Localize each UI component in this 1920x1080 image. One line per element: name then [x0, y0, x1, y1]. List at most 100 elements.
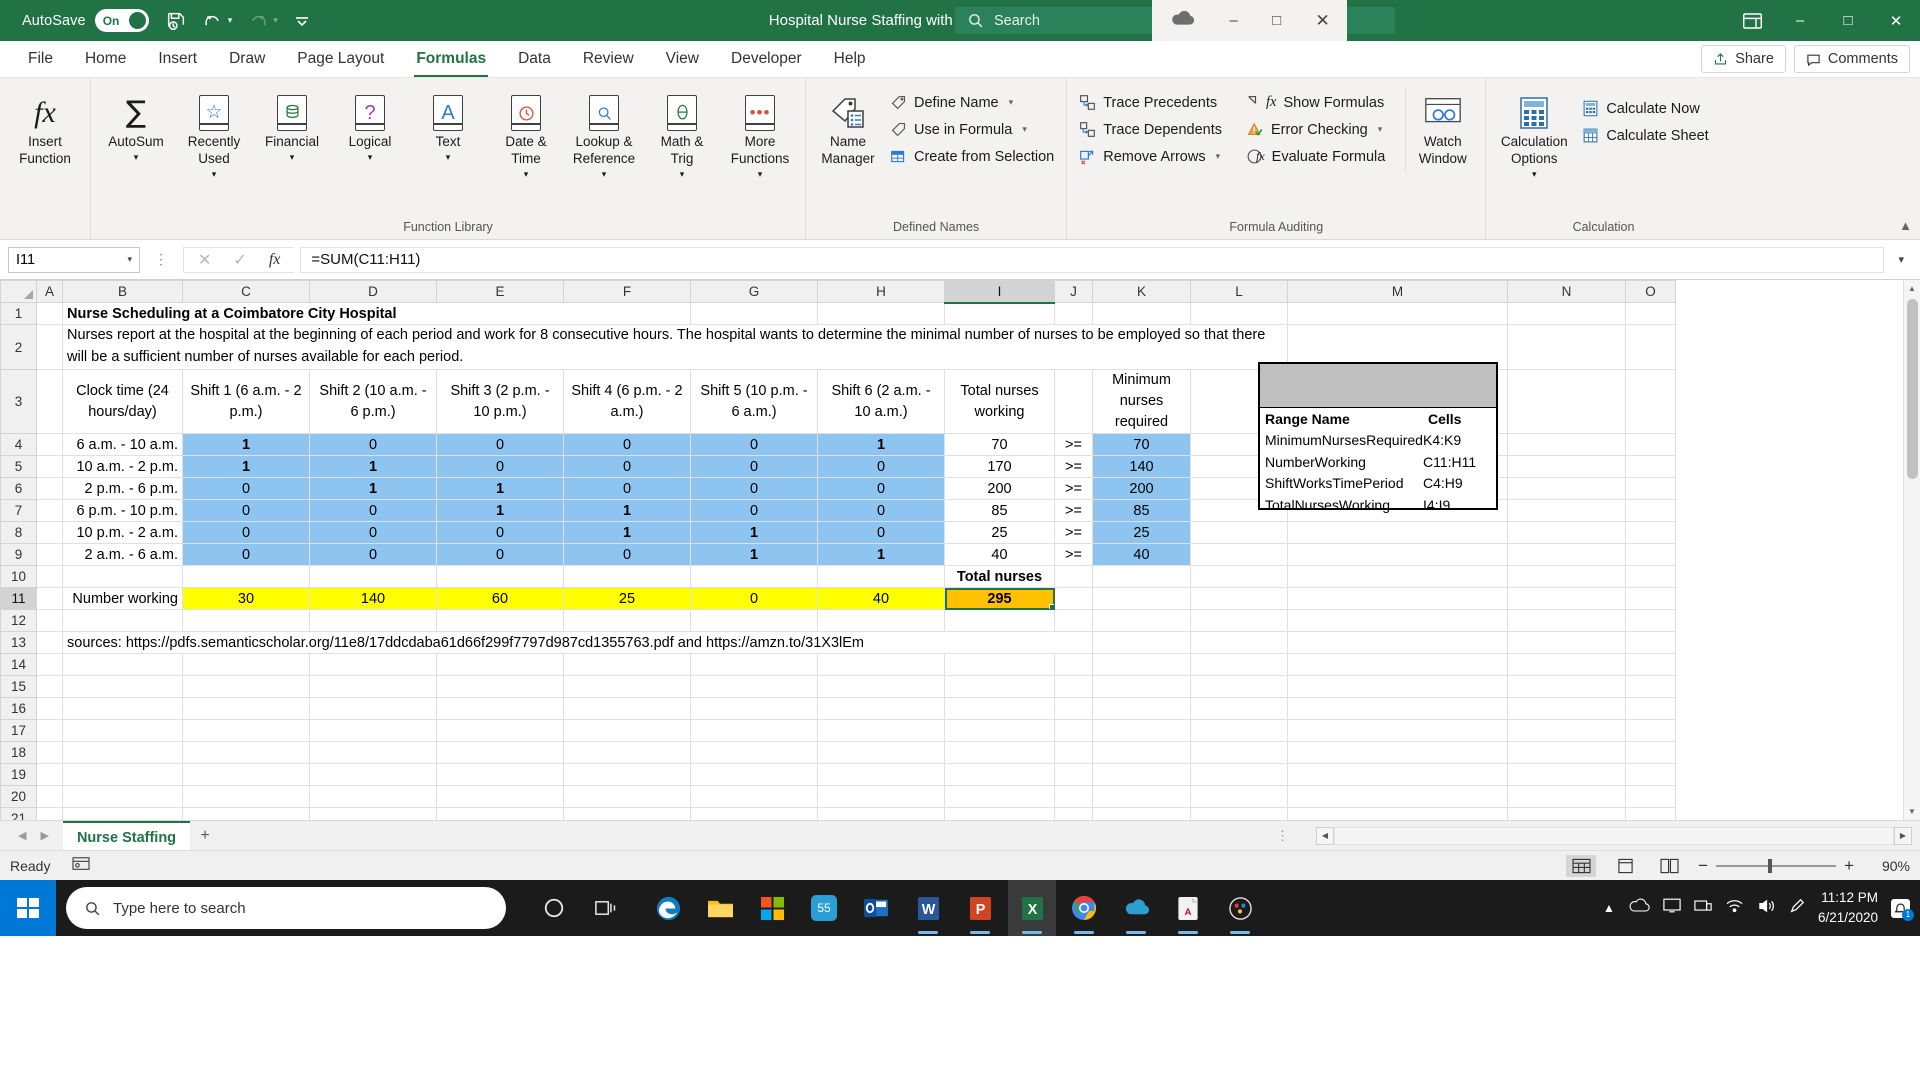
minimize-button[interactable]: – — [1776, 0, 1824, 41]
cell-A2[interactable] — [36, 324, 63, 370]
cell-E10[interactable] — [436, 565, 564, 589]
cell-E5[interactable]: 0 — [436, 455, 564, 479]
select-all-corner[interactable] — [0, 280, 37, 303]
cell-O15[interactable] — [1625, 675, 1676, 699]
cell-L15[interactable] — [1190, 675, 1288, 699]
cell-M14[interactable] — [1287, 653, 1508, 677]
cell-M15[interactable] — [1287, 675, 1508, 699]
cell-F8[interactable]: 1 — [563, 521, 691, 545]
cell-A4[interactable] — [36, 433, 63, 457]
cell-I3[interactable]: Total nurses working — [944, 368, 1055, 435]
cell-M8[interactable] — [1287, 521, 1508, 545]
cell-E8[interactable]: 0 — [436, 521, 564, 545]
cell-N8[interactable] — [1507, 521, 1626, 545]
cell-M20[interactable] — [1287, 785, 1508, 809]
colhead-N[interactable]: N — [1507, 280, 1626, 303]
cell-I1[interactable] — [944, 302, 1055, 325]
acrobat-icon[interactable]: A — [1164, 880, 1212, 936]
autosave-control[interactable]: AutoSave On — [22, 9, 149, 32]
name-box[interactable]: I11 ▾ — [8, 246, 140, 273]
cortana-icon[interactable] — [530, 880, 578, 936]
use-in-formula-button[interactable]: Use in Formula ▾ — [884, 117, 1060, 142]
cell-K5[interactable]: 140 — [1092, 455, 1191, 479]
cell-I9[interactable]: 40 — [944, 543, 1055, 567]
cell-J10[interactable] — [1054, 565, 1093, 589]
cell-C14[interactable] — [182, 653, 310, 677]
cell-B19[interactable] — [62, 763, 183, 787]
cell-J1[interactable] — [1054, 302, 1093, 325]
tab-developer[interactable]: Developer — [715, 41, 818, 77]
cell-H17[interactable] — [817, 719, 945, 743]
cell-I17[interactable] — [944, 719, 1055, 743]
date-time-button[interactable]: Date & Time ▾ — [487, 88, 565, 184]
share-button[interactable]: Share — [1701, 45, 1786, 73]
cell-A16[interactable] — [36, 697, 63, 721]
cell-E20[interactable] — [436, 785, 564, 809]
define-name-button[interactable]: Define Name ▾ — [884, 90, 1060, 115]
cell-E12[interactable] — [436, 609, 564, 633]
scroll-down-icon[interactable]: ▼ — [1904, 803, 1920, 820]
cell-O3[interactable] — [1625, 368, 1676, 435]
cell-I12[interactable] — [944, 609, 1055, 633]
hscroll-right-icon[interactable]: ▶ — [1894, 826, 1912, 845]
cell-I4[interactable]: 70 — [944, 433, 1055, 457]
cell-G5[interactable]: 0 — [690, 455, 818, 479]
cell-M12[interactable] — [1287, 609, 1508, 633]
error-checking-button[interactable]: Error Checking ▾ — [1240, 117, 1391, 142]
cell-C19[interactable] — [182, 763, 310, 787]
cell-B1[interactable]: Nurse Scheduling at a Coimbatore City Ho… — [62, 302, 691, 325]
colhead-C[interactable]: C — [182, 280, 310, 303]
cell-C21[interactable] — [182, 807, 310, 820]
cell-K12[interactable] — [1092, 609, 1191, 633]
cell-B11[interactable]: Number working — [62, 587, 183, 611]
rowhead-21[interactable]: 21 — [0, 807, 37, 820]
cell-G9[interactable]: 1 — [690, 543, 818, 567]
cell-L13[interactable] — [1190, 631, 1288, 655]
pen-icon[interactable] — [1789, 898, 1805, 919]
cell-J14[interactable] — [1054, 653, 1093, 677]
rowhead-7[interactable]: 7 — [0, 499, 37, 523]
cell-J16[interactable] — [1054, 697, 1093, 721]
cell-J8[interactable]: >= — [1054, 521, 1093, 545]
use-in-formula-dropdown-caret[interactable]: ▾ — [1022, 124, 1027, 135]
create-from-selection-button[interactable]: Create from Selection — [884, 144, 1060, 169]
cell-F10[interactable] — [563, 565, 691, 589]
financial-dropdown-caret[interactable]: ▾ — [290, 152, 295, 163]
cell-K21[interactable] — [1092, 807, 1191, 820]
cell-N2[interactable] — [1507, 324, 1626, 370]
cell-C16[interactable] — [182, 697, 310, 721]
cell-L19[interactable] — [1190, 763, 1288, 787]
cell-N6[interactable] — [1507, 477, 1626, 501]
cell-C10[interactable] — [182, 565, 310, 589]
colhead-G[interactable]: G — [690, 280, 818, 303]
cell-B16[interactable] — [62, 697, 183, 721]
cell-A12[interactable] — [36, 609, 63, 633]
cell-I10[interactable]: Total nurses — [944, 565, 1055, 589]
taskbar-search-input[interactable]: Type here to search — [66, 887, 506, 929]
cell-D10[interactable] — [309, 565, 437, 589]
rowhead-11[interactable]: 11 — [0, 587, 37, 611]
insert-function-button[interactable]: fx Insert Function — [6, 88, 84, 172]
lookup-reference-button[interactable]: Lookup & Reference ▾ — [565, 88, 643, 184]
rowhead-17[interactable]: 17 — [0, 719, 37, 743]
customize-quick-access-icon[interactable] — [294, 14, 310, 28]
cell-H18[interactable] — [817, 741, 945, 765]
date-time-dropdown-caret[interactable]: ▾ — [524, 169, 529, 180]
cell-D6[interactable]: 1 — [309, 477, 437, 501]
rowhead-16[interactable]: 16 — [0, 697, 37, 721]
cell-O18[interactable] — [1625, 741, 1676, 765]
cell-E9[interactable]: 0 — [436, 543, 564, 567]
accessibility-checker-icon[interactable] — [72, 856, 91, 875]
rowhead-20[interactable]: 20 — [0, 785, 37, 809]
cell-O4[interactable] — [1625, 433, 1676, 457]
cell-D5[interactable]: 1 — [309, 455, 437, 479]
cell-O5[interactable] — [1625, 455, 1676, 479]
recently-used-button[interactable]: ☆ Recently Used ▾ — [175, 88, 253, 184]
cell-J15[interactable] — [1054, 675, 1093, 699]
cell-E6[interactable]: 1 — [436, 477, 564, 501]
clock[interactable]: 11:12 PM 6/21/2020 — [1818, 888, 1878, 927]
cell-D15[interactable] — [309, 675, 437, 699]
lookup-reference-dropdown-caret[interactable]: ▾ — [602, 169, 607, 180]
define-name-dropdown-caret[interactable]: ▾ — [1009, 97, 1014, 108]
cell-A9[interactable] — [36, 543, 63, 567]
